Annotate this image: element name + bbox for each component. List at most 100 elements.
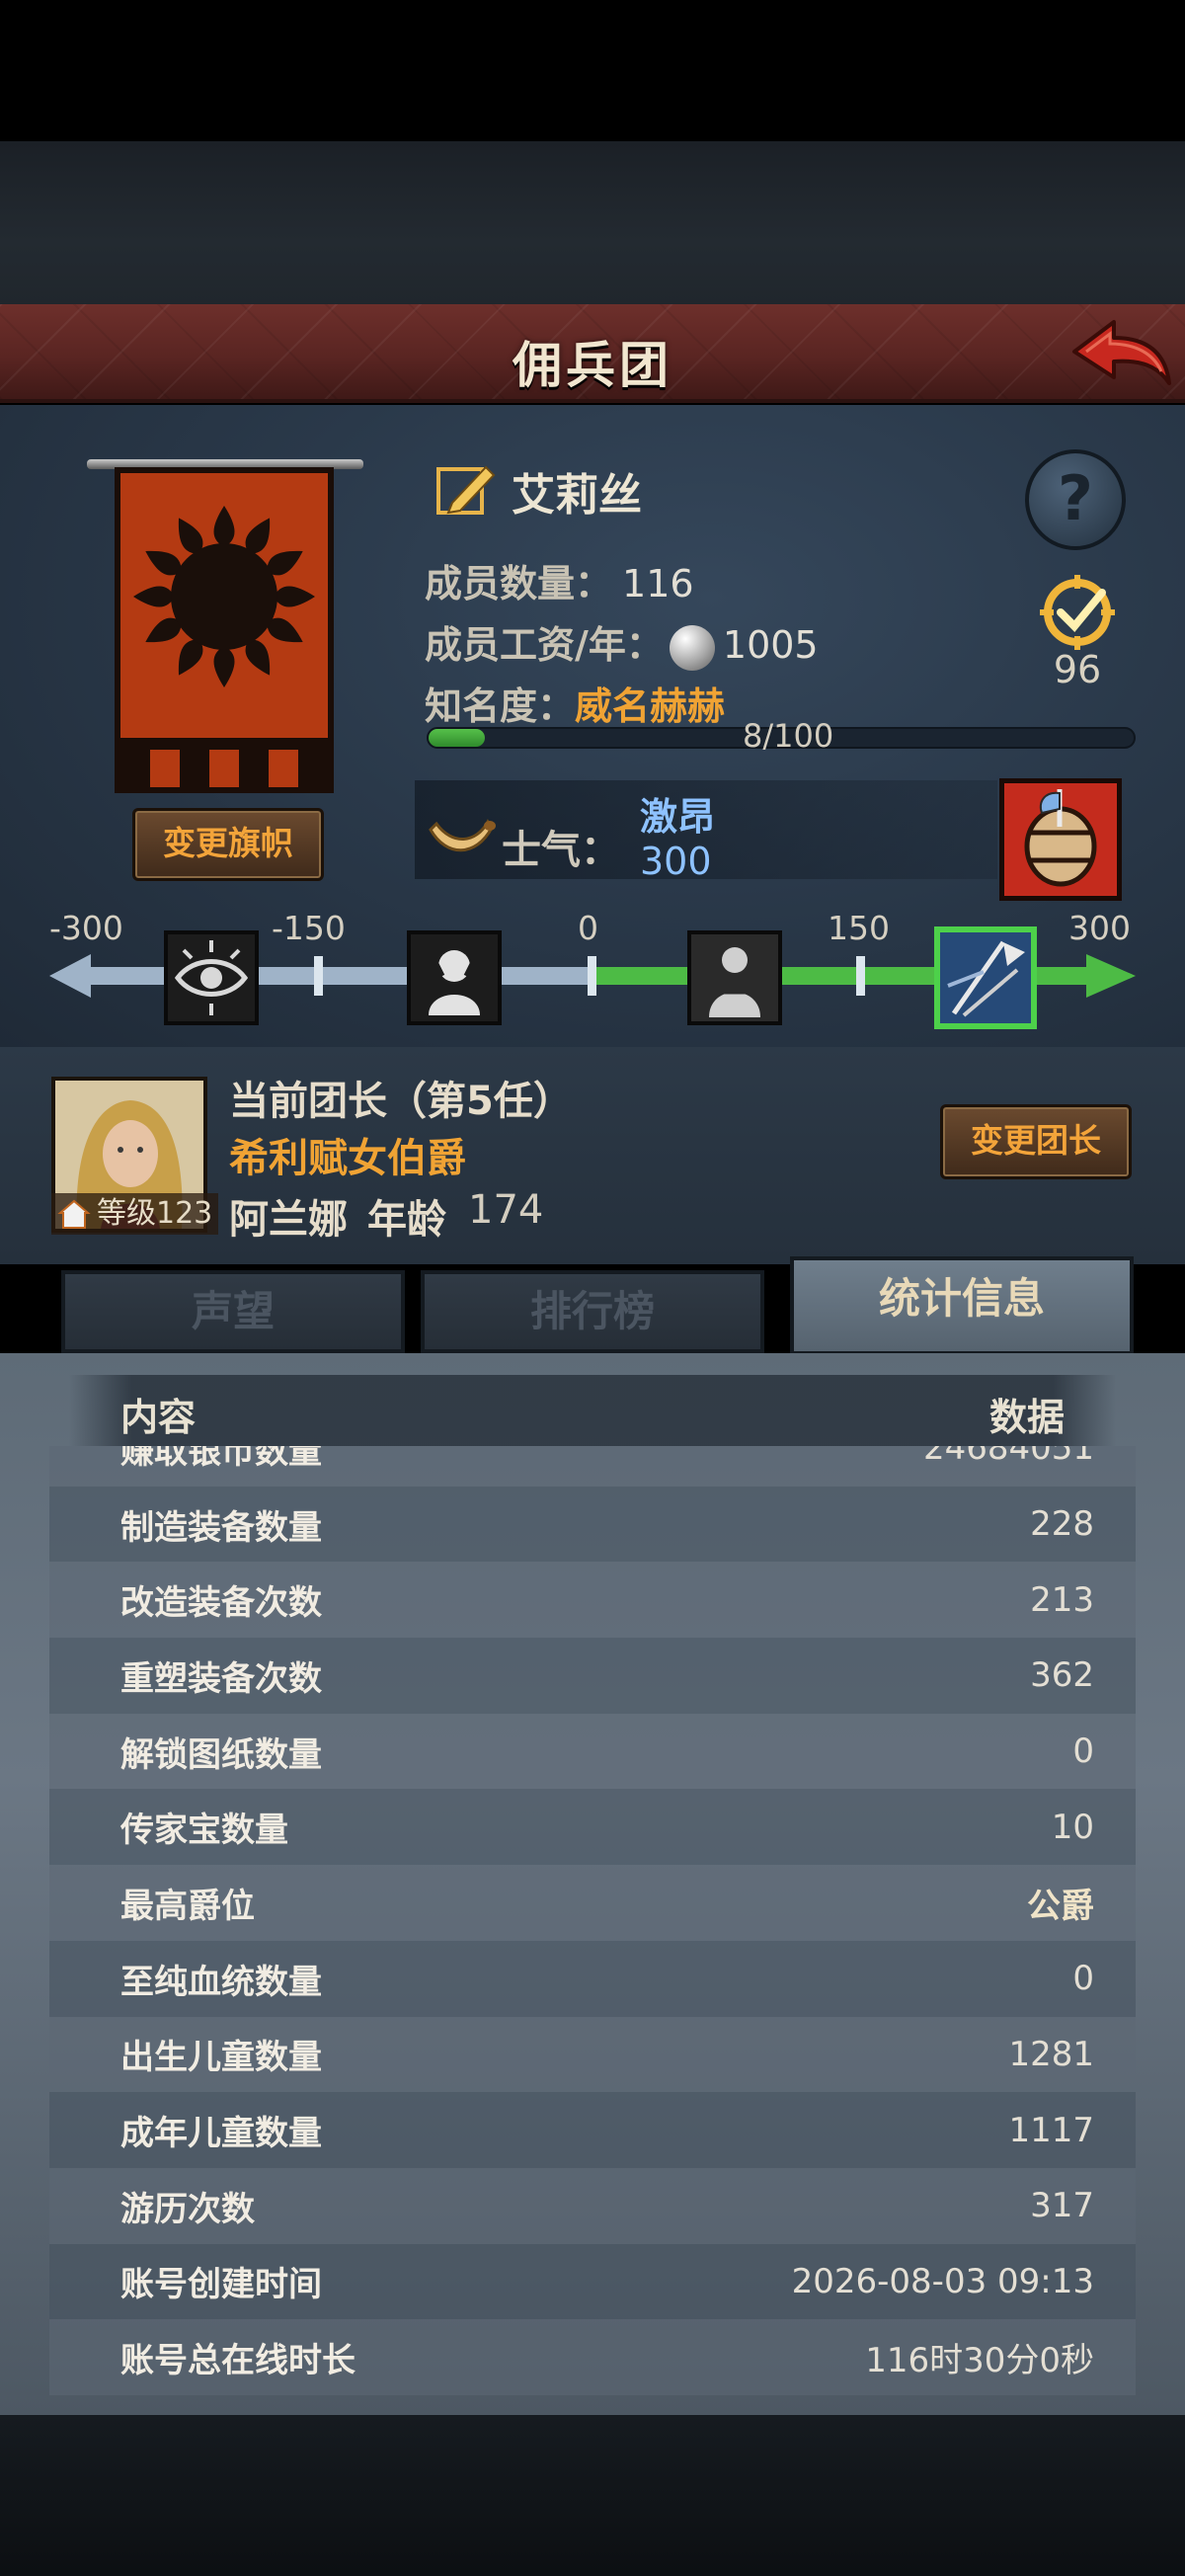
members-value: 116 (622, 562, 694, 605)
stat-value: 362 (1030, 1655, 1094, 1696)
stat-label: 解锁图纸数量 (120, 1734, 322, 1775)
change-flag-button[interactable]: 变更旗帜 (132, 808, 324, 881)
house-icon (57, 1199, 91, 1229)
leader-age-label: 年龄 (367, 1197, 446, 1243)
stat-value: 0 (1072, 1959, 1094, 1999)
morale-calm-icon[interactable] (687, 930, 782, 1025)
table-row: 重塑装备次数 362 (49, 1638, 1136, 1714)
leader-title: 当前团长（第5任） (229, 1079, 573, 1124)
help-button[interactable]: ? (1025, 449, 1126, 550)
stat-label: 制造装备数量 (120, 1507, 322, 1548)
stat-value: 0 (1072, 1731, 1094, 1772)
tab-leaderboard[interactable]: 排行榜 (421, 1270, 764, 1353)
stat-label: 成年儿童数量 (120, 2114, 322, 2154)
edit-name-icon[interactable] (434, 459, 500, 523)
stat-value: 24684051 (922, 1446, 1094, 1469)
scale-label-150: 150 (828, 909, 890, 947)
morale-despair-icon[interactable] (407, 930, 502, 1025)
guild-banner (79, 449, 375, 805)
table-row: 赚取银币数量 24684051 (49, 1446, 1136, 1487)
morale-charge-icon[interactable] (934, 926, 1037, 1029)
stat-value: 公爵 (1027, 1886, 1094, 1926)
leader-name: 阿兰娜 (229, 1197, 348, 1243)
table-row: 最高爵位 公爵 (49, 1865, 1136, 1941)
stat-label: 游历次数 (120, 2189, 255, 2229)
stat-label: 至纯血统数量 (120, 1962, 322, 2002)
stat-value: 1281 (1008, 2034, 1094, 2074)
bottom-band (0, 2415, 1185, 2576)
fame-progress-fill (429, 729, 486, 747)
fame-progress-text: 8/100 (743, 717, 834, 755)
fame-value: 威名赫赫 (575, 684, 726, 728)
tab-reputation[interactable]: 声望 (61, 1270, 405, 1353)
horn-icon (429, 819, 496, 852)
stat-label: 账号总在线时长 (120, 2341, 356, 2381)
scale-right-arrowhead (1086, 954, 1136, 998)
black-sun-emblem-icon (120, 506, 328, 787)
scale-label-0: 0 (578, 909, 598, 947)
stat-label: 传家宝数量 (120, 1811, 288, 1851)
top-band (0, 141, 1185, 309)
table-row: 制造装备数量 228 (49, 1486, 1136, 1563)
morale-label: 士气： (502, 828, 620, 873)
scale-tick-0 (588, 956, 596, 996)
leader-age: 174 (468, 1187, 544, 1233)
leader-level-badge: 等级123 (51, 1193, 219, 1235)
leader-level: 等级123 (97, 1196, 213, 1231)
stat-label: 赚取银币数量 (120, 1446, 322, 1472)
table-row: 至纯血统数量 0 (49, 1940, 1136, 2017)
scale-label-neg150: -150 (272, 909, 346, 947)
barrel-axe-icon (1024, 789, 1097, 887)
table-row: 游历次数 317 (49, 2167, 1136, 2244)
fame-badge-value: 96 (1053, 648, 1102, 691)
morale-state: 激昂 (640, 795, 716, 839)
members-line: 成员数量： 116 (425, 553, 694, 607)
back-arrow-icon (1072, 320, 1171, 385)
tab-bar: 声望 排行榜 统计信息 (49, 1256, 1136, 1355)
stat-value: 10 (1051, 1807, 1094, 1847)
stats-rows: 赚取银币数量 24684051 制造装备数量 228 改造装备次数 213 重塑装备次数 36… (49, 1446, 1136, 2395)
stat-label: 重塑装备次数 (120, 1658, 322, 1699)
change-leader-button[interactable]: 变更团长 (940, 1104, 1132, 1179)
salary-line: 成员工资/年： 1005 (425, 614, 819, 671)
leader-rank: 希利赋女伯爵 (229, 1136, 466, 1181)
stat-label: 最高爵位 (120, 1886, 255, 1926)
tab-statistics[interactable]: 统计信息 (790, 1256, 1134, 1355)
stat-value: 213 (1030, 1579, 1094, 1620)
page-title: 佣兵团 (513, 337, 672, 394)
table-row: 改造装备次数 213 (49, 1562, 1136, 1639)
stat-label: 出生儿童数量 (120, 2038, 322, 2078)
fame-line: 知名度：威名赫赫 (425, 676, 725, 730)
fame-label: 知名度： (425, 684, 576, 728)
scale-tick-neg150 (314, 956, 323, 996)
morale-eye-icon[interactable] (164, 930, 259, 1025)
header-bar: 佣兵团 (0, 304, 1185, 403)
salary-value: 1005 (722, 623, 819, 667)
stat-label: 改造装备次数 (120, 1583, 322, 1624)
scale-label-neg300: -300 (49, 909, 123, 947)
silver-coin-icon (669, 624, 715, 671)
scale-tick-150 (856, 956, 865, 996)
stat-label: 账号创建时间 (120, 2265, 322, 2305)
table-row: 传家宝数量 10 (49, 1789, 1136, 1866)
table-row: 账号创建时间 2026-08-03 09:13 (49, 2243, 1136, 2320)
scale-left-arrowhead (49, 954, 91, 998)
guild-name: 艾莉丝 (512, 470, 642, 521)
morale-value: 300 (640, 840, 712, 883)
stats-table-header: 内容 数据 (69, 1375, 1116, 1446)
barrel-button[interactable] (999, 778, 1122, 901)
stat-value: 2026-08-03 09:13 (791, 2261, 1094, 2301)
scale-label-300: 300 (1068, 909, 1131, 947)
fame-target-icon (1040, 575, 1115, 650)
members-label: 成员数量： (425, 562, 613, 605)
back-button[interactable] (1066, 312, 1175, 401)
col-data-header: 数据 (988, 1396, 1065, 1439)
fame-badge[interactable]: 96 (1023, 571, 1132, 691)
table-row: 账号总在线时长 116时30分0秒 (49, 2319, 1136, 2395)
stat-value: 116时30分0秒 (865, 2341, 1094, 2381)
stat-value: 317 (1030, 2186, 1094, 2226)
table-row: 出生儿童数量 1281 (49, 2016, 1136, 2093)
stats-list[interactable]: 赚取银币数量 24684051 制造装备数量 228 改造装备次数 213 重塑装备次数 36… (49, 1446, 1136, 2404)
salary-label: 成员工资/年： (425, 623, 664, 667)
banner-cloth (115, 467, 334, 793)
